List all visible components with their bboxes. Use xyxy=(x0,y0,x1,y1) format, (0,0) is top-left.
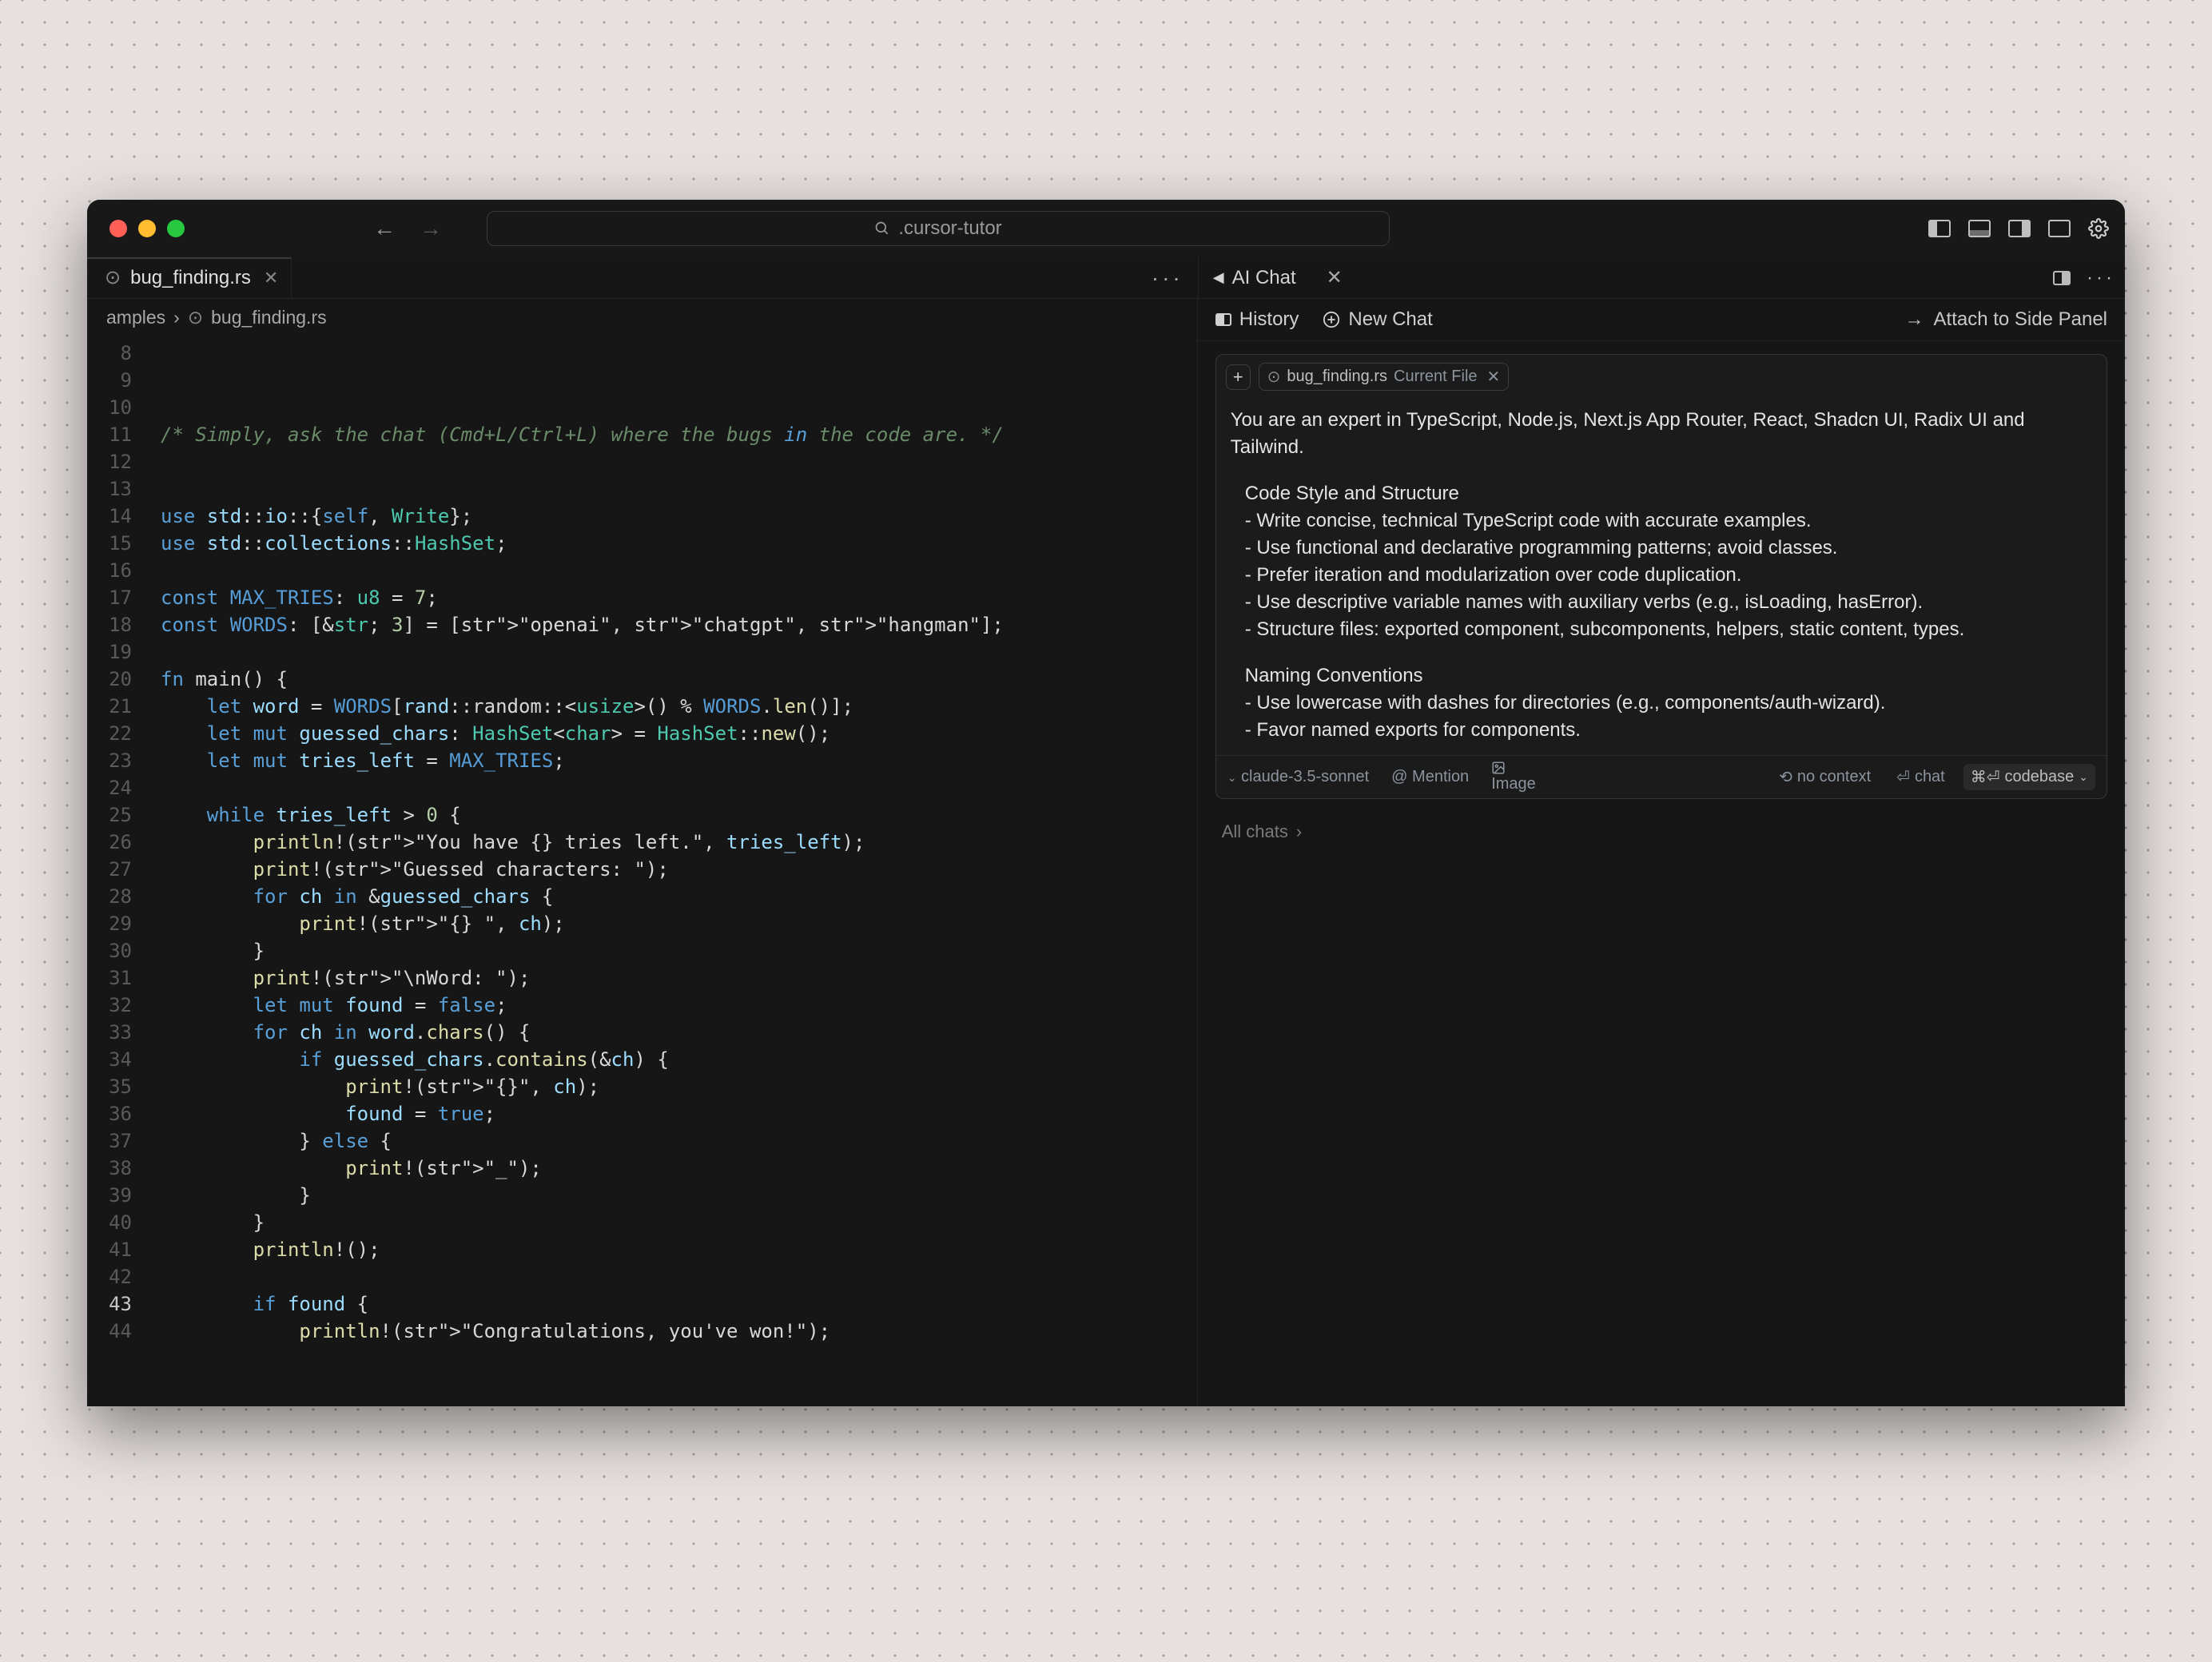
customize-layout-button[interactable] xyxy=(2048,220,2071,237)
image-button[interactable]: Image xyxy=(1491,761,1536,793)
breadcrumb-seg-1: amples xyxy=(106,307,165,328)
chevron-down-icon: ⌄ xyxy=(1227,771,1237,784)
chat-btn-label: chat xyxy=(1915,768,1945,786)
list-item: Use functional and declarative programmi… xyxy=(1245,535,2092,562)
codebase-btn-label: codebase xyxy=(2005,768,2075,786)
attach-label: Attach to Side Panel xyxy=(1934,308,2107,331)
command-search[interactable]: .cursor-tutor xyxy=(487,211,1390,246)
context-file-tag: Current File xyxy=(1394,368,1477,386)
image-icon xyxy=(1491,761,1506,775)
cmd-enter-icon: ⌘⏎ xyxy=(1971,767,2000,787)
new-chat-label: New Chat xyxy=(1348,308,1432,331)
close-chat-panel-button[interactable]: ✕ xyxy=(1327,266,1343,289)
chat-caret-icon: ◀ xyxy=(1213,269,1224,286)
list-item: Structure files: exported component, sub… xyxy=(1245,616,2092,643)
all-chats-link[interactable]: All chats › xyxy=(1198,809,2125,855)
code-editor[interactable]: 8910111213141516171819202122232425262728… xyxy=(87,336,1197,1406)
rust-file-icon: ⊙ xyxy=(1267,367,1281,387)
editor-more-actions[interactable]: ··· xyxy=(1152,265,1184,291)
context-file-name: bug_finding.rs xyxy=(1287,368,1387,386)
code-content[interactable]: /* Simply, ask the chat (Cmd+L/Ctrl+L) w… xyxy=(143,336,1197,1406)
breadcrumb-seg-2: bug_finding.rs xyxy=(211,307,327,328)
minimize-window-button[interactable] xyxy=(138,220,156,237)
chat-tab-label: AI Chat xyxy=(1232,267,1296,289)
context-chips: + ⊙ bug_finding.rs Current File ✕ xyxy=(1216,355,2107,399)
nav-forward-button[interactable]: → xyxy=(420,216,442,241)
mention-button[interactable]: @ Mention xyxy=(1391,768,1469,786)
chat-intro-line: You are an expert in TypeScript, Node.js… xyxy=(1231,407,2092,461)
line-number-gutter: 8910111213141516171819202122232425262728… xyxy=(87,336,143,1406)
split-editor-icon[interactable] xyxy=(2053,271,2071,285)
chevron-right-icon: › xyxy=(1296,821,1302,842)
new-chat-button[interactable]: New Chat xyxy=(1323,308,1432,331)
add-context-button[interactable]: + xyxy=(1226,364,1251,390)
search-icon xyxy=(874,221,890,237)
list-item: Use lowercase with dashes for directorie… xyxy=(1245,690,2092,717)
remove-context-icon[interactable]: ✕ xyxy=(1487,367,1501,387)
mention-label: Mention xyxy=(1412,768,1469,785)
plus-circle-icon xyxy=(1323,311,1340,328)
editor-tab-bug-finding[interactable]: ⊙ bug_finding.rs ✕ xyxy=(87,257,292,298)
nav-back-button[interactable]: ← xyxy=(373,216,396,241)
title-bar: ← → .cursor-tutor xyxy=(87,200,2125,257)
chat-input-box: + ⊙ bug_finding.rs Current File ✕ You ar… xyxy=(1215,354,2107,799)
chat-tab[interactable]: ◀ AI Chat xyxy=(1213,267,1312,289)
refresh-icon: ⟲ xyxy=(1779,767,1792,787)
section-2-title: Naming Conventions xyxy=(1245,662,2092,690)
image-label: Image xyxy=(1491,775,1536,793)
model-label: claude-3.5-sonnet xyxy=(1241,768,1369,785)
titlebar-right xyxy=(1928,218,2109,239)
toggle-panel-button[interactable] xyxy=(1968,220,1991,237)
arrow-right-icon: → xyxy=(1905,308,1924,331)
chat-message-body[interactable]: You are an expert in TypeScript, Node.js… xyxy=(1216,399,2107,755)
editor-pane: amples › ⊙ bug_finding.rs 89101112131415… xyxy=(87,299,1198,1406)
rust-file-icon: ⊙ xyxy=(105,266,121,289)
zoom-window-button[interactable] xyxy=(167,220,185,237)
no-context-label: no context xyxy=(1797,768,1871,786)
close-window-button[interactable] xyxy=(109,220,127,237)
close-tab-button[interactable]: ✕ xyxy=(264,268,278,288)
list-item: Favor named exports for components. xyxy=(1245,717,2092,744)
rust-file-icon: ⊙ xyxy=(188,307,203,328)
submit-chat-button[interactable]: ⏎ chat xyxy=(1889,764,1952,790)
chat-panel-tabs: ◀ AI Chat ✕ ··· xyxy=(1198,257,2125,298)
history-label: History xyxy=(1239,308,1299,331)
search-text: .cursor-tutor xyxy=(898,217,1001,240)
window-controls xyxy=(109,220,185,237)
breadcrumb[interactable]: amples › ⊙ bug_finding.rs xyxy=(87,299,1197,336)
submit-codebase-button[interactable]: ⌘⏎ codebase ⌄ xyxy=(1963,764,2095,790)
list-item: Prefer iteration and modularization over… xyxy=(1245,562,2092,589)
section-1-title: Code Style and Structure xyxy=(1245,480,2092,507)
toggle-primary-sidebar-button[interactable] xyxy=(1928,220,1951,237)
history-icon xyxy=(1215,313,1231,326)
list-item: Write concise, technical TypeScript code… xyxy=(1245,507,2092,535)
history-button[interactable]: History xyxy=(1215,308,1299,331)
at-icon: @ xyxy=(1391,768,1407,785)
all-chats-label: All chats xyxy=(1222,821,1288,842)
no-context-button[interactable]: ⟲ no context xyxy=(1772,764,1878,790)
chat-input-footer: ⌄ claude-3.5-sonnet @ Mention Image xyxy=(1216,755,2107,798)
toggle-secondary-sidebar-button[interactable] xyxy=(2008,220,2031,237)
attach-side-panel-button[interactable]: → Attach to Side Panel xyxy=(1905,308,2107,331)
nav-arrows: ← → xyxy=(373,216,442,241)
editor-tab-label: bug_finding.rs xyxy=(130,267,251,289)
tab-row: ⊙ bug_finding.rs ✕ ··· ◀ AI Chat ✕ ··· xyxy=(87,257,2125,299)
editor-tabs: ⊙ bug_finding.rs ✕ ··· xyxy=(87,257,1198,298)
chevron-down-icon: ⌄ xyxy=(2079,770,2088,784)
context-file-chip[interactable]: ⊙ bug_finding.rs Current File ✕ xyxy=(1259,363,1510,391)
chat-pane: History New Chat → Attach to Side Panel … xyxy=(1198,299,2125,1406)
app-window: ← → .cursor-tutor ⊙ bug_finding.rs ✕ ··· xyxy=(87,200,2125,1406)
model-picker[interactable]: ⌄ claude-3.5-sonnet xyxy=(1227,768,1369,786)
chat-toolbar: History New Chat → Attach to Side Panel xyxy=(1198,299,2125,341)
settings-gear-icon[interactable] xyxy=(2088,218,2109,239)
enter-icon: ⏎ xyxy=(1896,767,1910,787)
chevron-right-icon: › xyxy=(173,307,180,328)
list-item: Use descriptive variable names with auxi… xyxy=(1245,589,2092,616)
chat-more-actions[interactable]: ··· xyxy=(2087,267,2115,289)
